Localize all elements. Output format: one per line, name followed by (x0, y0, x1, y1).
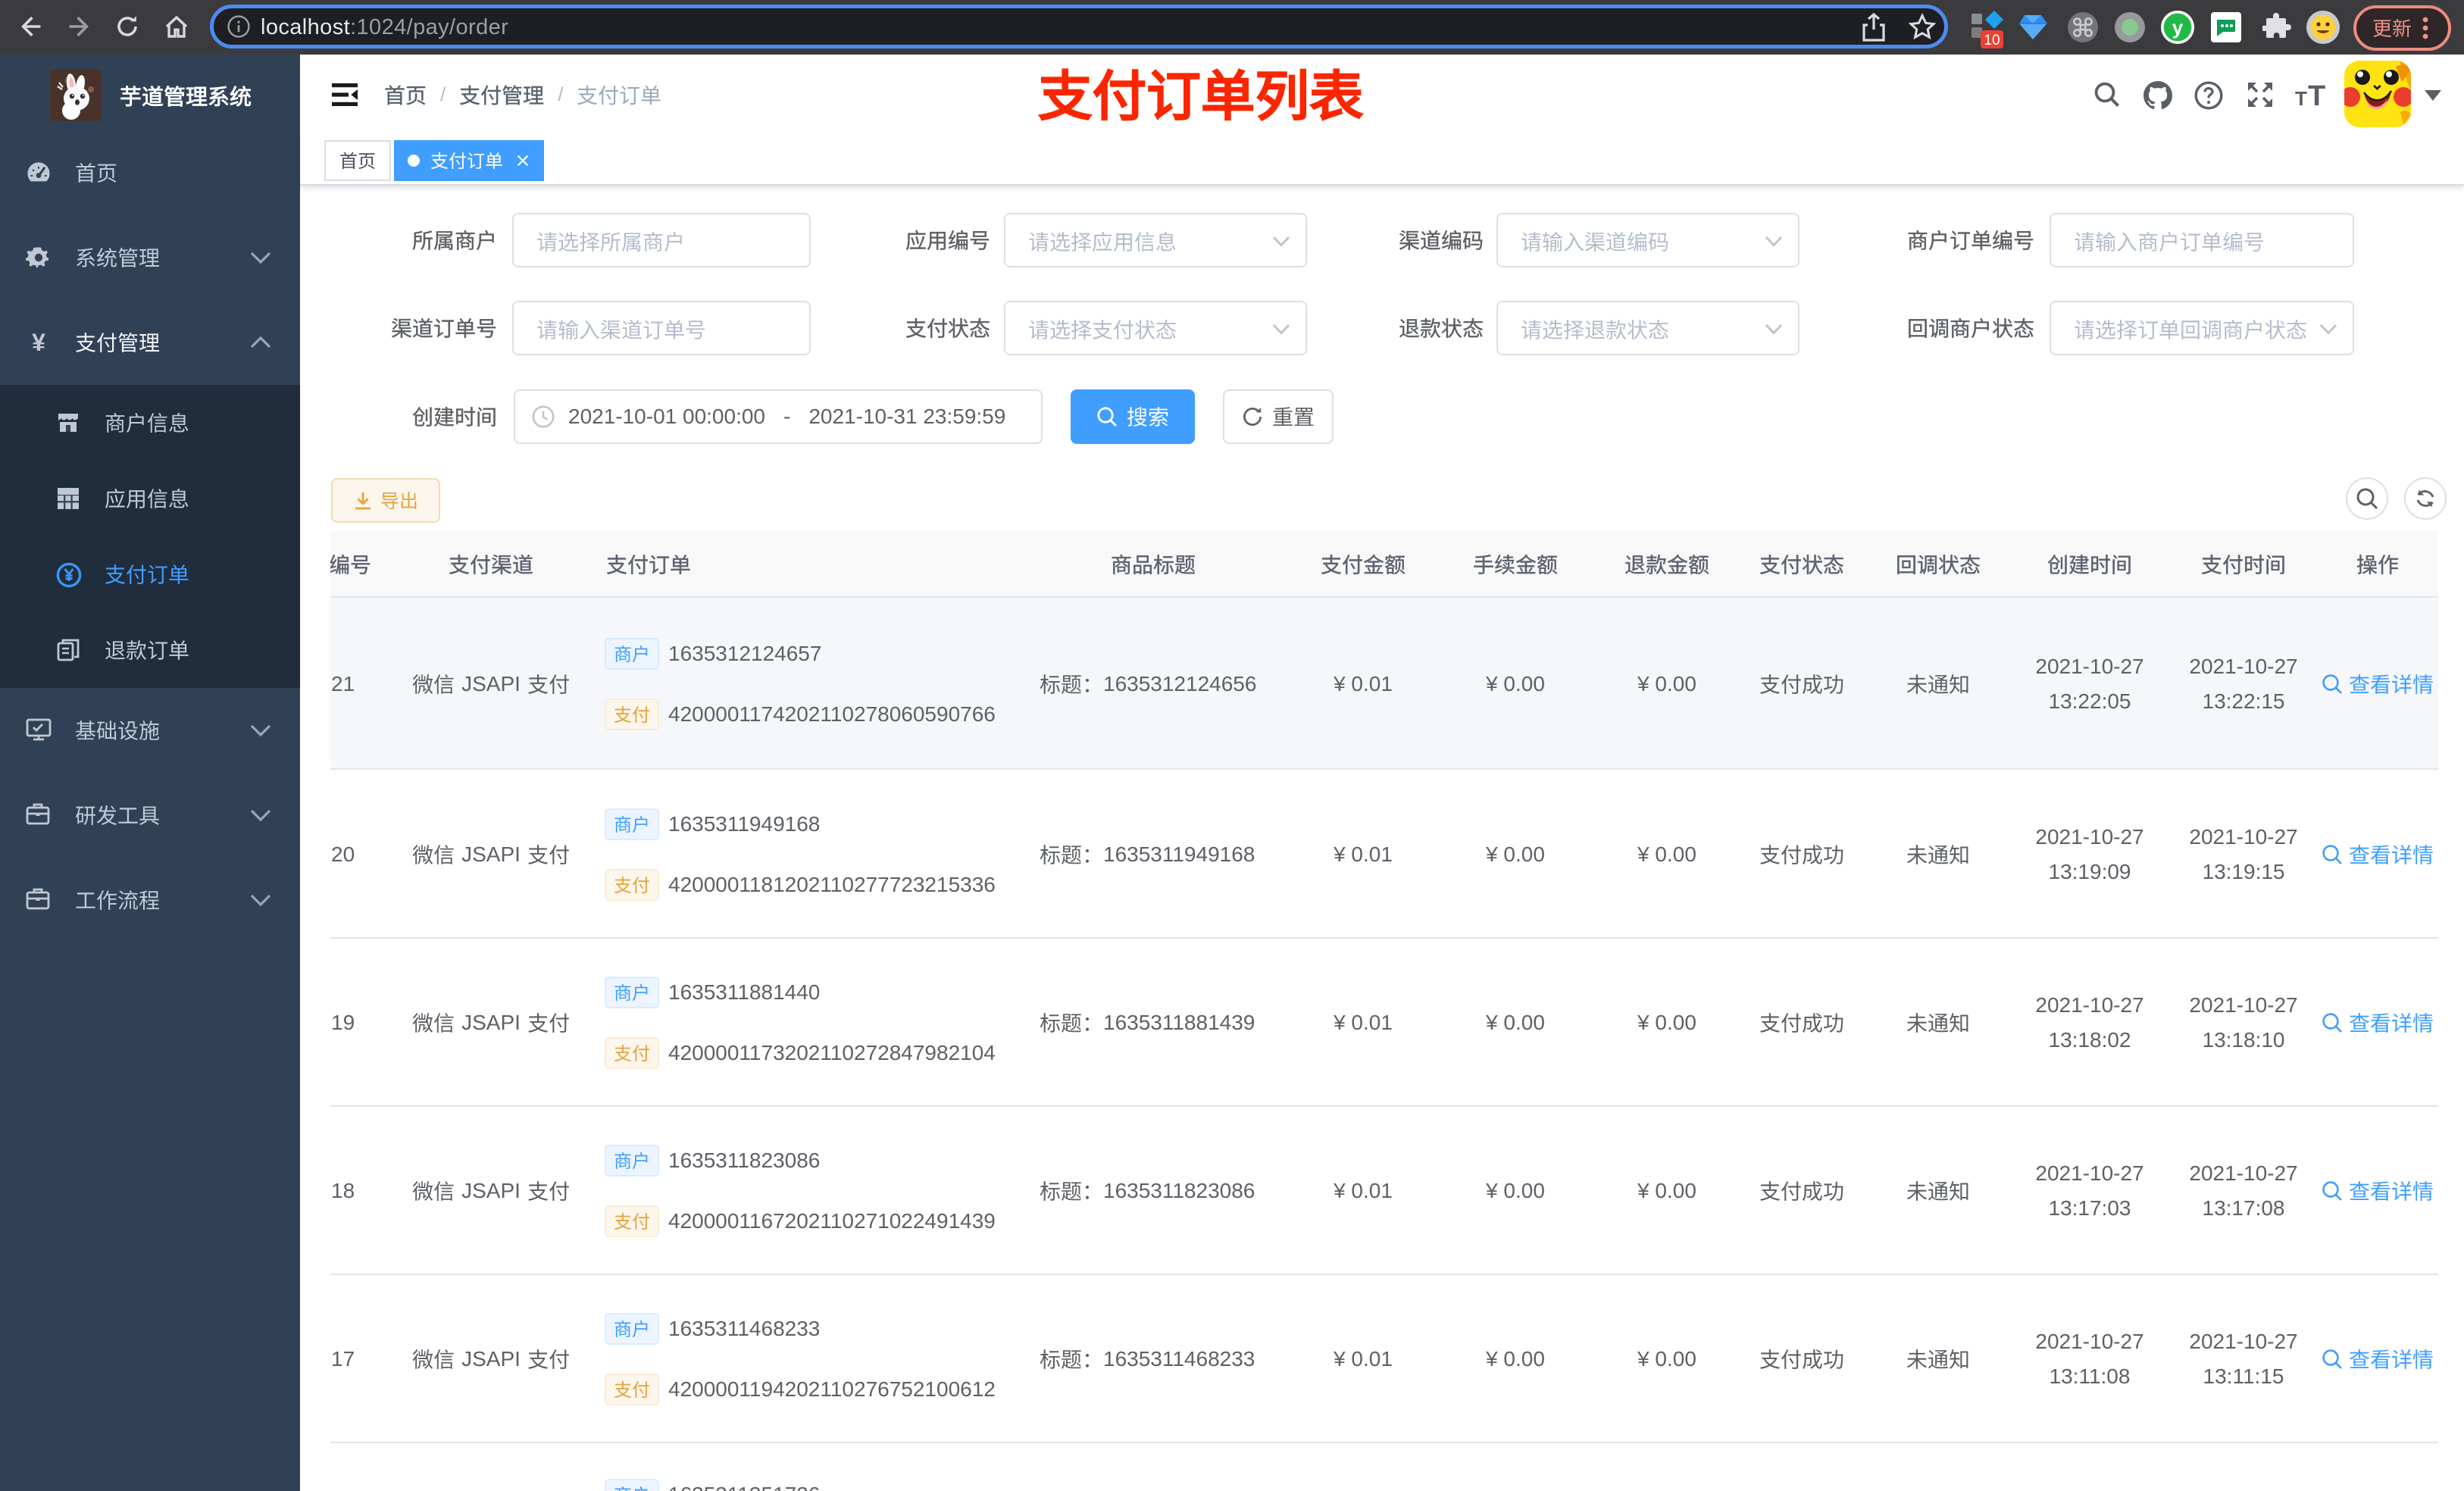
svg-text:10: 10 (1984, 33, 2000, 48)
svg-text:y: y (2172, 16, 2184, 39)
svg-text:T: T (2308, 81, 2325, 107)
svg-text:T: T (2295, 87, 2307, 107)
